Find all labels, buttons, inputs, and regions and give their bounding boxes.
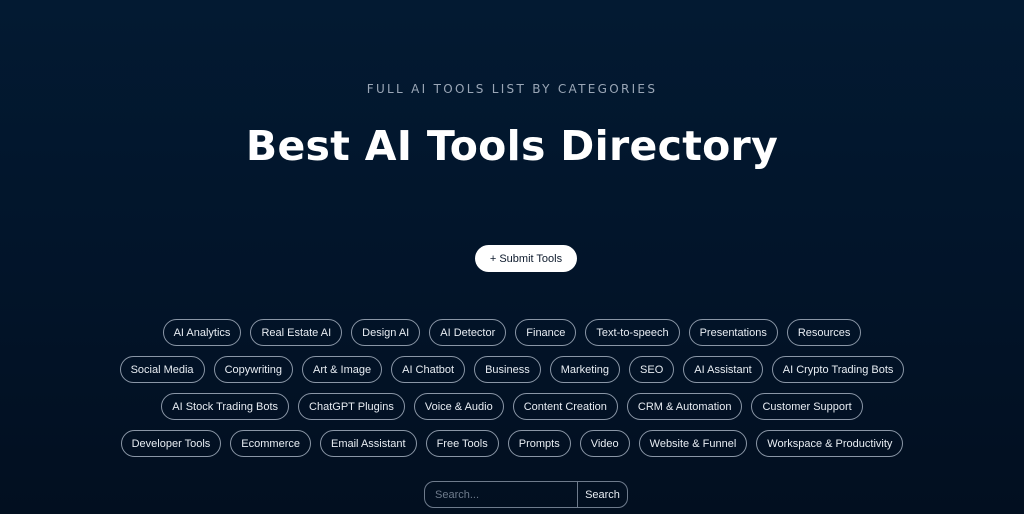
category-tag-developer-tools[interactable]: Developer Tools — [120, 430, 222, 457]
category-tag-seo[interactable]: SEO — [629, 356, 675, 383]
category-tag-content-creation[interactable]: Content Creation — [512, 393, 618, 420]
category-tag-workspace-and-productivity[interactable]: Workspace & Productivity — [756, 430, 904, 457]
category-tag-ai-detector[interactable]: AI Detector — [429, 319, 507, 346]
category-tag-design-ai[interactable]: Design AI — [351, 319, 421, 346]
category-tag-free-tools[interactable]: Free Tools — [425, 430, 499, 457]
search-bar: Search — [424, 481, 628, 508]
category-tag-customer-support[interactable]: Customer Support — [751, 393, 863, 420]
category-tag-voice-and-audio[interactable]: Voice & Audio — [413, 393, 504, 420]
category-tag-ai-stock-trading-bots[interactable]: AI Stock Trading Bots — [161, 393, 290, 420]
category-tag-ai-assistant[interactable]: AI Assistant — [683, 356, 763, 383]
page-title: Best AI Tools Directory — [245, 122, 779, 170]
category-tag-ai-analytics[interactable]: AI Analytics — [162, 319, 242, 346]
category-tag-resources[interactable]: Resources — [786, 319, 862, 346]
category-row: Social Media Copywriting Art & Image AI Cha… — [112, 356, 912, 383]
category-tag-business[interactable]: Business — [474, 356, 541, 383]
category-tag-presentations[interactable]: Presentations — [688, 319, 778, 346]
search-input[interactable] — [425, 482, 577, 507]
category-tag-real-estate-ai[interactable]: Real Estate AI — [250, 319, 343, 346]
submit-tools-button[interactable]: + Submit Tools — [475, 245, 577, 272]
category-tag-website-and-funnel[interactable]: Website & Funnel — [638, 430, 748, 457]
category-tag-ai-chatbot[interactable]: AI Chatbot — [391, 356, 466, 383]
category-tag-marketing[interactable]: Marketing — [549, 356, 621, 383]
category-row: AI Analytics Real Estate AI Design AI AI De… — [112, 319, 912, 346]
search-button[interactable]: Search — [577, 482, 627, 507]
category-row: AI Stock Trading Bots ChatGPT Plugins Voic… — [112, 393, 912, 420]
category-tag-prompts[interactable]: Prompts — [507, 430, 571, 457]
category-tag-copywriting[interactable]: Copywriting — [213, 356, 294, 383]
category-tag-email-assistant[interactable]: Email Assistant — [319, 430, 417, 457]
section-eyebrow: FULL AI TOOLS LIST BY CATEGORIES — [366, 82, 658, 96]
category-tag-chatgpt-plugins[interactable]: ChatGPT Plugins — [298, 393, 405, 420]
category-tag-art-and-image[interactable]: Art & Image — [302, 356, 383, 383]
category-tag-text-to-speech[interactable]: Text-to-speech — [585, 319, 680, 346]
category-tag-finance[interactable]: Finance — [515, 319, 577, 346]
category-row: Developer Tools Ecommerce Email Assistant F… — [112, 430, 912, 457]
category-tag-social-media[interactable]: Social Media — [119, 356, 205, 383]
category-tag-crm-and-automation[interactable]: CRM & Automation — [626, 393, 743, 420]
category-tag-ai-crypto-trading-bots[interactable]: AI Crypto Trading Bots — [771, 356, 905, 383]
category-tag-ecommerce[interactable]: Ecommerce — [230, 430, 311, 457]
category-tag-video[interactable]: Video — [579, 430, 630, 457]
category-tags: AI Analytics Real Estate AI Design AI AI De… — [112, 319, 912, 467]
